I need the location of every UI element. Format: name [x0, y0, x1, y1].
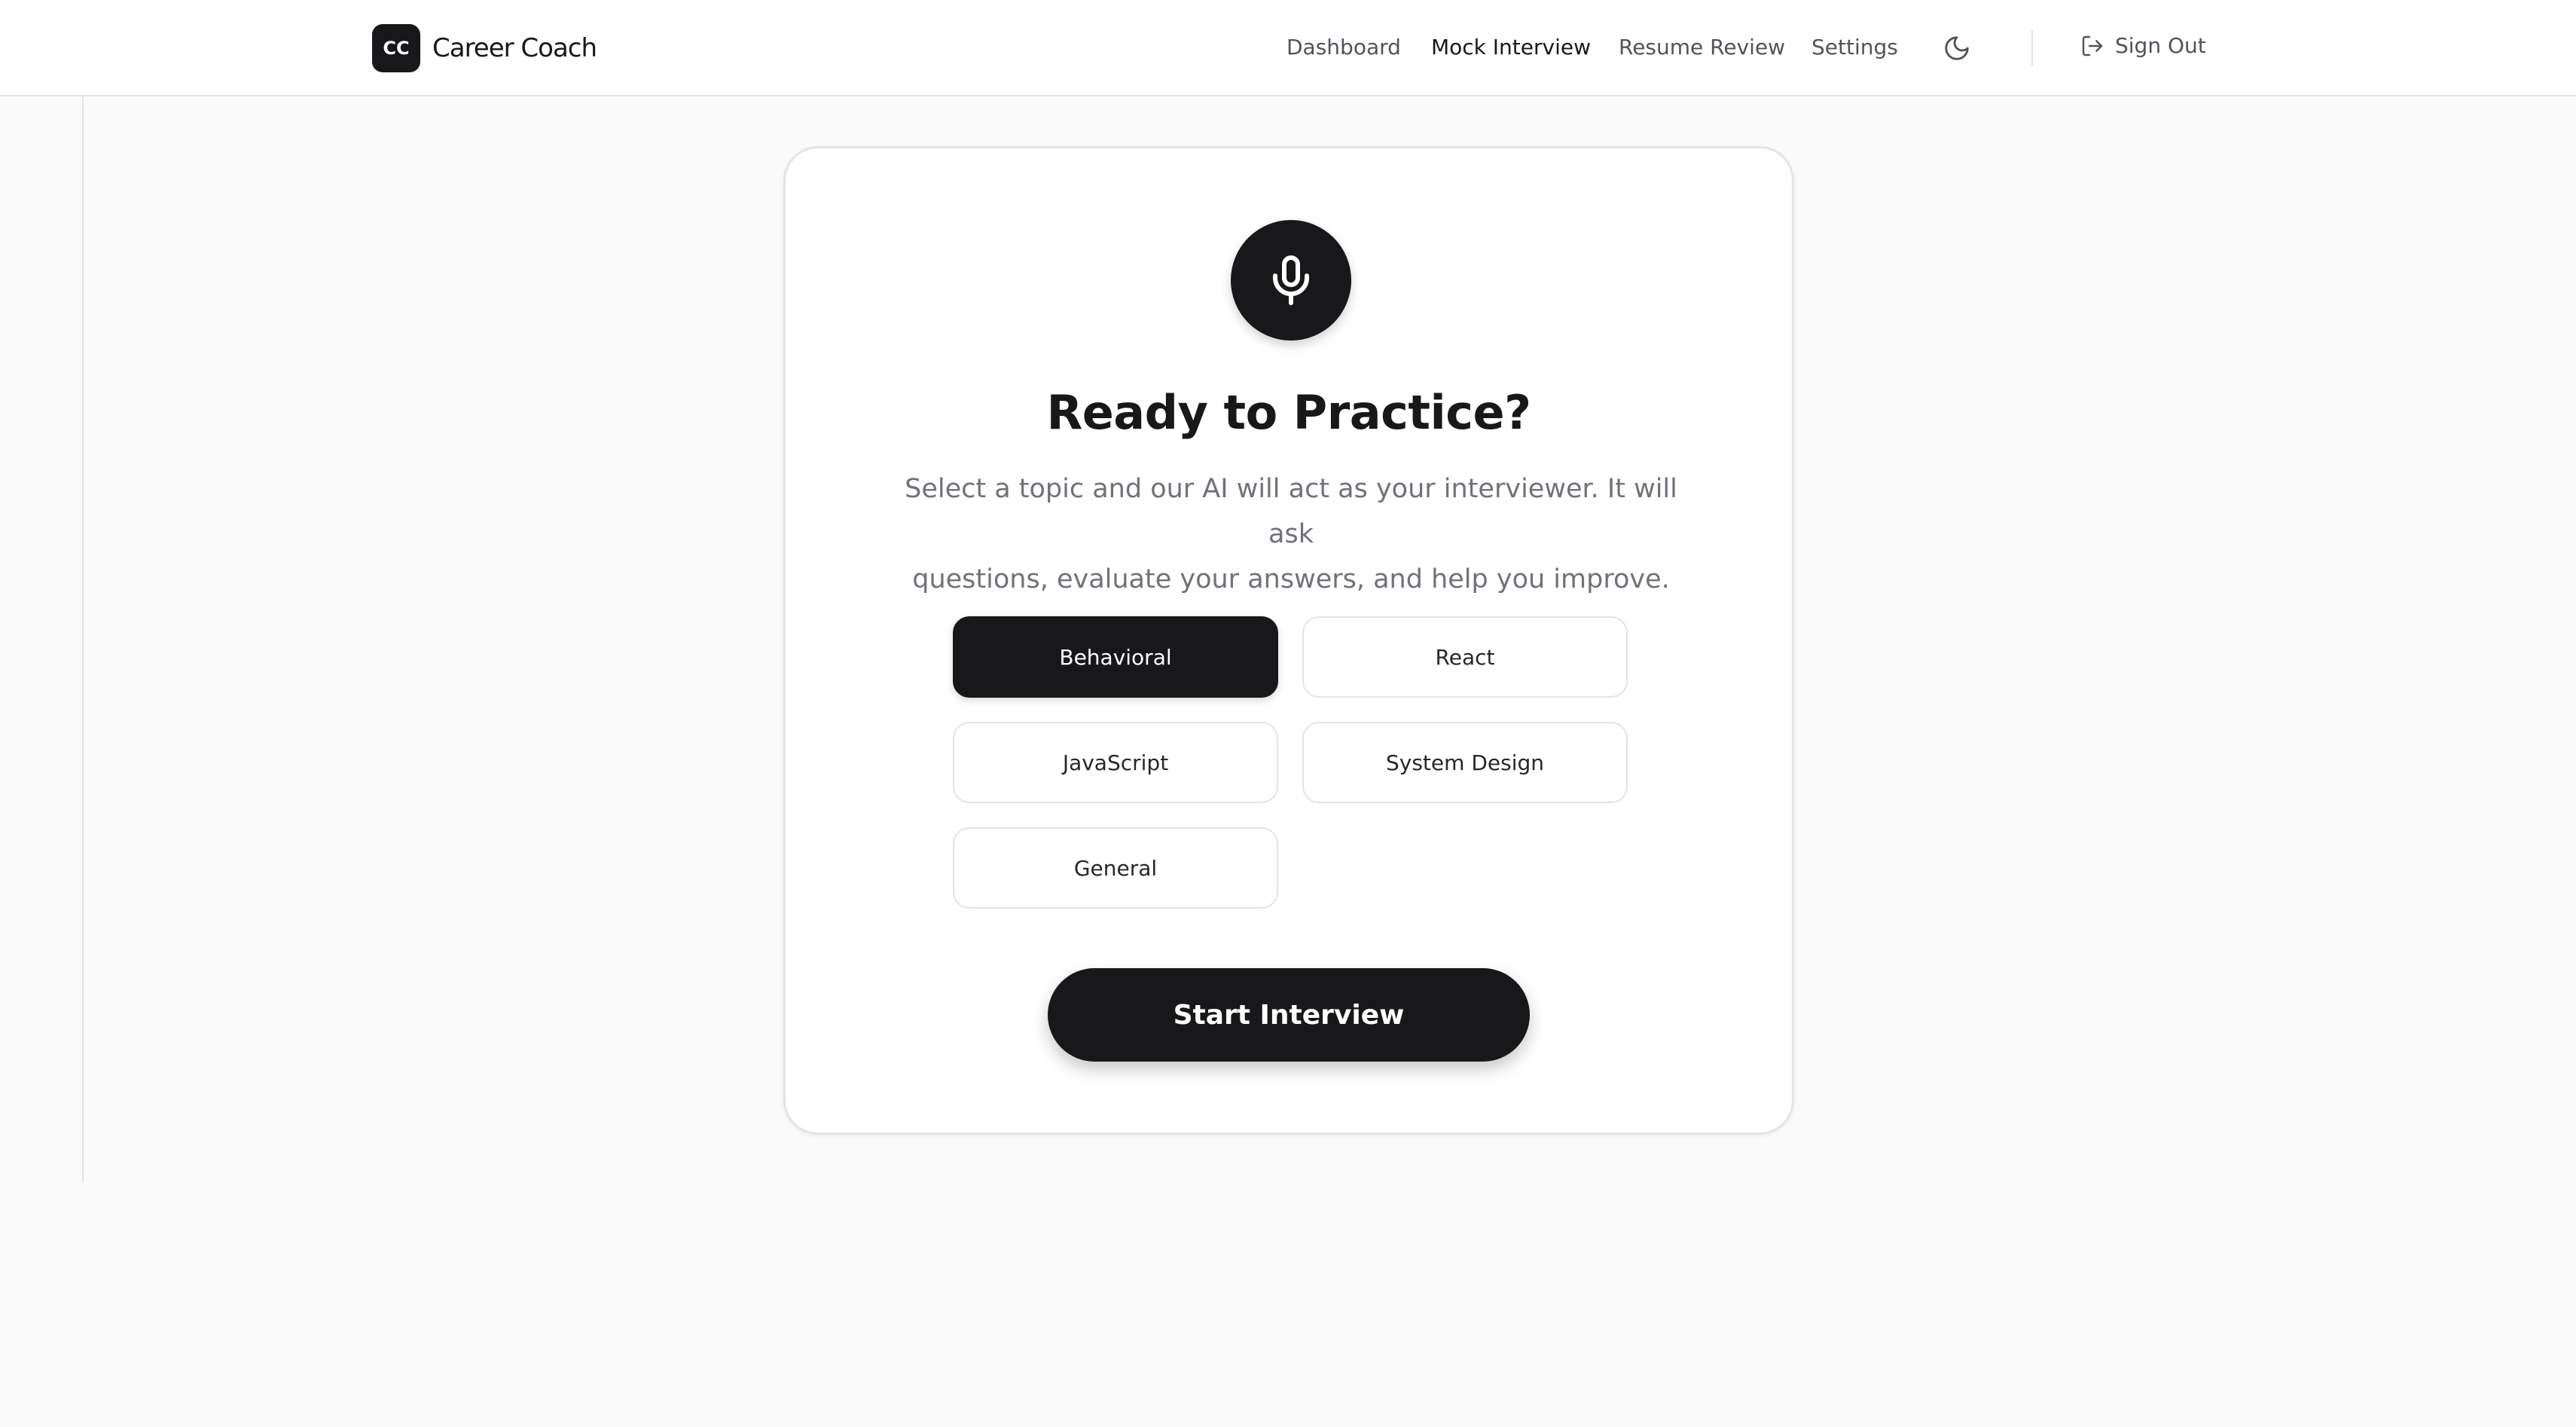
- nav-link-mock-interview[interactable]: Mock Interview: [1431, 35, 1591, 60]
- topic-button-general[interactable]: General: [953, 827, 1278, 909]
- topic-button-react[interactable]: React: [1302, 616, 1628, 698]
- topic-button-system-design[interactable]: System Design: [1302, 722, 1628, 803]
- description-line: questions, evaluate your answers, and he…: [912, 564, 1670, 594]
- header-divider: [2031, 30, 2033, 66]
- brand-logo: CC: [372, 24, 420, 72]
- sign-out-button[interactable]: Sign Out: [2080, 33, 2206, 58]
- log-out-icon: [2082, 35, 2103, 56]
- start-interview-button[interactable]: Start Interview: [1048, 968, 1530, 1062]
- description-line: Select a topic and our AI will act as yo…: [905, 474, 1677, 549]
- nav-link-settings[interactable]: Settings: [1811, 35, 1898, 60]
- top-navbar: CC Career Coach Dashboard Mock Interview…: [0, 0, 2576, 96]
- topic-button-javascript[interactable]: JavaScript: [953, 722, 1278, 803]
- brand-name: Career Coach: [432, 33, 597, 63]
- sign-out-label: Sign Out: [2115, 33, 2206, 58]
- nav-link-resume-review[interactable]: Resume Review: [1619, 35, 1785, 60]
- brand[interactable]: CC Career Coach: [372, 23, 597, 73]
- topic-button-behavioral[interactable]: Behavioral: [953, 616, 1278, 698]
- moon-icon: [1945, 36, 1969, 60]
- page-title: Ready to Practice?: [1046, 385, 1531, 440]
- microphone-badge: [1231, 220, 1351, 341]
- microphone-icon: [1273, 255, 1309, 305]
- page-description: Select a topic and our AI will act as yo…: [884, 466, 1699, 602]
- sidebar-divider: [82, 96, 84, 1183]
- nav-link-dashboard[interactable]: Dashboard: [1286, 35, 1401, 60]
- theme-toggle-button[interactable]: [1939, 30, 1975, 66]
- practice-card: Ready to Practice? Select a topic and ou…: [783, 146, 1794, 1135]
